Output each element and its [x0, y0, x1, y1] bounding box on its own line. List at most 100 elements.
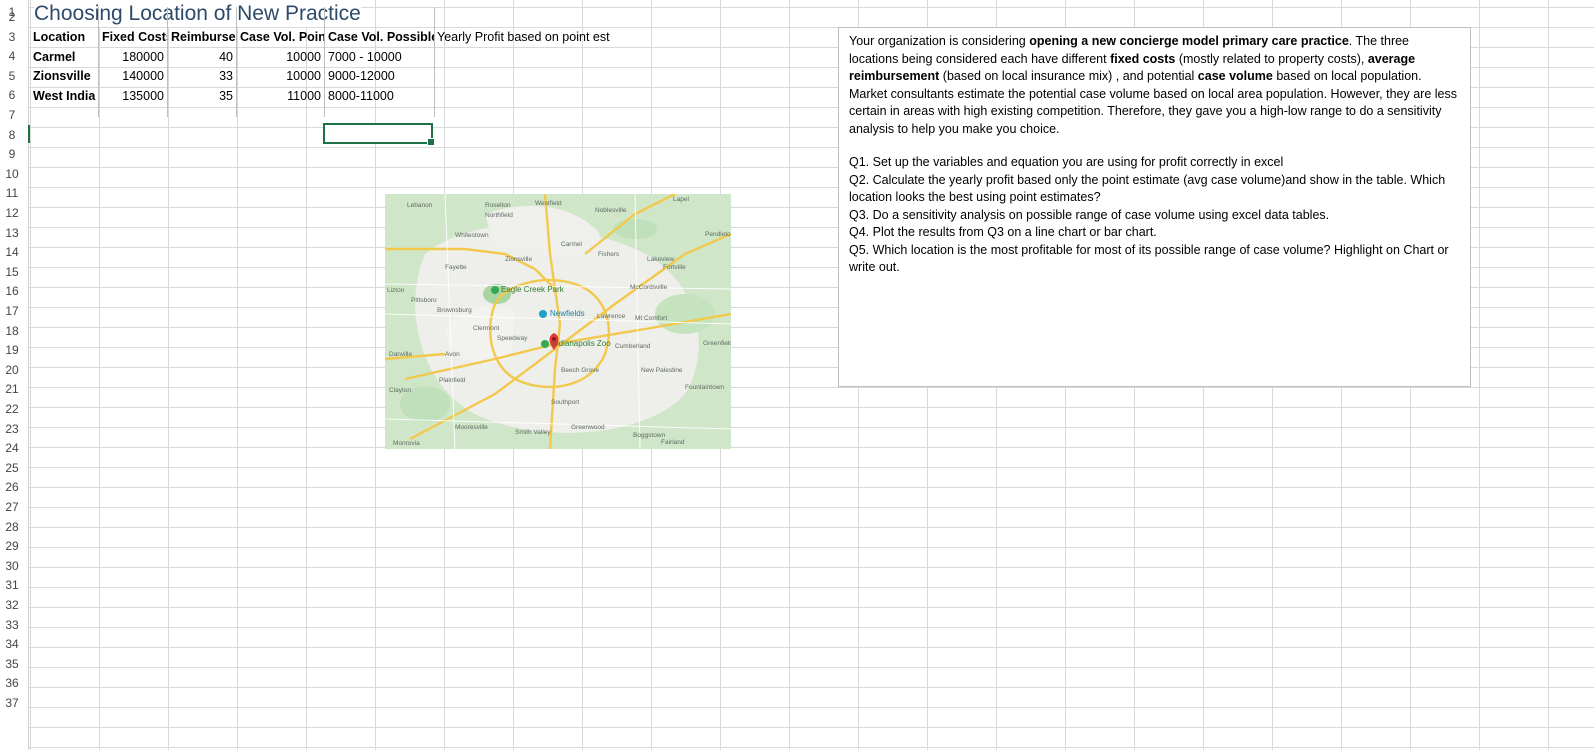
cell-reimburse[interactable]: 35	[168, 86, 233, 106]
row-number[interactable]: 23	[0, 419, 24, 439]
row-number[interactable]: 20	[0, 360, 24, 380]
row-header-column: 1 2 3 4 5 6 7 8 9 10 11 12 13 14 15 16 17 18 19 20 21 22 23 24 2…	[0, 0, 29, 750]
row-number[interactable]: 16	[0, 281, 24, 301]
row-number[interactable]: 27	[0, 497, 24, 517]
header-fixed-costs[interactable]: Fixed Costs	[102, 27, 167, 47]
instructions-textbox[interactable]: Your organization is considering opening…	[838, 27, 1471, 387]
map-town-label: Mt Comfort	[635, 315, 668, 322]
map-town-label: Fishers	[598, 251, 620, 258]
map-town-label: Roselton	[485, 202, 511, 209]
row-number[interactable]: 37	[0, 693, 24, 713]
row-number[interactable]: 33	[0, 615, 24, 635]
row-number[interactable]: 2	[0, 7, 24, 27]
question-3: Q3. Do a sensitivity analysis on possibl…	[849, 207, 1330, 222]
header-location[interactable]: Location	[33, 27, 97, 47]
map-town-label: Smith Valley	[515, 429, 551, 436]
map-town-label: Beech Grove	[561, 367, 599, 374]
map-poi-label: Newfields	[550, 309, 585, 318]
cell-case-vol-point[interactable]: 11000	[237, 86, 321, 106]
map-town-label: Greenwood	[571, 424, 605, 431]
row-number[interactable]: 32	[0, 595, 24, 615]
cell-fixed-costs[interactable]: 140000	[100, 66, 164, 86]
map-town-label: Noblesville	[595, 207, 627, 214]
intro-bold: opening a new concierge model primary ca…	[1029, 34, 1349, 48]
row-number[interactable]: 8	[0, 125, 24, 145]
map-town-label: Lawrence	[597, 313, 626, 320]
map-town-label: Greenfield	[703, 340, 731, 347]
map-graphic	[385, 194, 731, 449]
row-number[interactable]: 3	[0, 27, 24, 47]
header-yearly-profit[interactable]: Yearly Profit based on point est	[437, 27, 637, 47]
row-number[interactable]: 7	[0, 105, 24, 125]
selected-cell[interactable]	[323, 123, 435, 146]
map-town-label: Northfield	[485, 212, 513, 219]
map-town-label: Danville	[389, 351, 413, 358]
header-reimburse[interactable]: Reimburse	[171, 27, 236, 47]
map-town-label: Lakeview	[647, 256, 675, 263]
row-number[interactable]: 10	[0, 164, 24, 184]
cell-case-vol-possible[interactable]: 8000-11000	[328, 86, 434, 106]
fill-handle[interactable]	[427, 138, 435, 146]
map-town-label: Speedway	[497, 335, 528, 342]
header-case-vol-possible[interactable]: Case Vol. Possible	[328, 27, 434, 47]
row-number[interactable]: 35	[0, 654, 24, 674]
cell-case-vol-possible[interactable]: 9000-12000	[328, 66, 434, 86]
row-number[interactable]: 25	[0, 458, 24, 478]
intro-text: Your organization is considering	[849, 34, 1030, 48]
row-number[interactable]: 9	[0, 144, 24, 164]
question-2: Q2. Calculate the yearly profit based on…	[849, 172, 1446, 205]
question-5: Q5. Which location is the most profitabl…	[849, 242, 1449, 275]
map-town-label: New Palestine	[641, 367, 683, 374]
map-town-label: Southport	[551, 399, 580, 406]
map-image[interactable]: Lebanon Westfield Noblesville Lapel Roselton…	[385, 194, 731, 449]
cell-case-vol-point[interactable]: 10000	[237, 66, 321, 86]
cell-location[interactable]: West India	[33, 86, 97, 106]
cell-fixed-costs[interactable]: 180000	[100, 47, 164, 67]
map-town-label: Pittsboro	[411, 297, 437, 304]
row-number[interactable]: 12	[0, 203, 24, 223]
row-number[interactable]: 5	[0, 66, 24, 86]
map-town-label: Whitestown	[455, 232, 489, 239]
column-divider	[434, 7, 435, 117]
row-number[interactable]: 36	[0, 673, 24, 693]
map-town-label: Fountaintown	[685, 384, 725, 391]
row-number[interactable]: 21	[0, 379, 24, 399]
cell-location[interactable]: Carmel	[33, 47, 97, 67]
row-number[interactable]: 11	[0, 183, 24, 203]
row-cursor-indicator	[28, 125, 30, 143]
map-town-label: Fayette	[445, 264, 467, 271]
row-number[interactable]: 15	[0, 262, 24, 282]
row-number[interactable]: 34	[0, 634, 24, 654]
row-number[interactable]: 13	[0, 223, 24, 243]
cell-case-vol-point[interactable]: 10000	[237, 47, 321, 67]
row-number[interactable]: 17	[0, 301, 24, 321]
row-number[interactable]: 14	[0, 242, 24, 262]
map-town-label: Westfield	[535, 200, 562, 207]
cell-case-vol-possible[interactable]: 7000 - 10000	[328, 47, 434, 67]
row-number[interactable]: 6	[0, 85, 24, 105]
intro-text: (based on local insurance mix) , and pot…	[939, 69, 1198, 83]
map-town-label: Mooresville	[455, 424, 488, 431]
sheet-title[interactable]: Choosing Location of New Practice	[34, 0, 361, 27]
row-number[interactable]: 30	[0, 556, 24, 576]
map-town-label: Pendleton	[705, 231, 731, 238]
header-case-vol-point[interactable]: Case Vol. Poin	[240, 27, 324, 47]
row-number[interactable]: 31	[0, 575, 24, 595]
cell-reimburse[interactable]: 33	[168, 66, 233, 86]
cell-fixed-costs[interactable]: 135000	[100, 86, 164, 106]
row-number[interactable]: 24	[0, 438, 24, 458]
map-town-label: Boggstown	[633, 432, 666, 439]
map-town-label: Monrovia	[393, 440, 420, 447]
cell-location[interactable]: Zionsville	[33, 66, 97, 86]
column-divider	[236, 7, 237, 117]
row-number[interactable]: 18	[0, 321, 24, 341]
row-number[interactable]: 26	[0, 477, 24, 497]
map-poi-label: Eagle Creek Park	[501, 285, 564, 294]
row-number[interactable]: 4	[0, 46, 24, 66]
row-number[interactable]: 28	[0, 517, 24, 537]
row-number[interactable]: 22	[0, 399, 24, 419]
row-number[interactable]: 29	[0, 536, 24, 556]
row-number[interactable]: 19	[0, 340, 24, 360]
cell-reimburse[interactable]: 40	[168, 47, 233, 67]
column-divider	[98, 7, 99, 117]
